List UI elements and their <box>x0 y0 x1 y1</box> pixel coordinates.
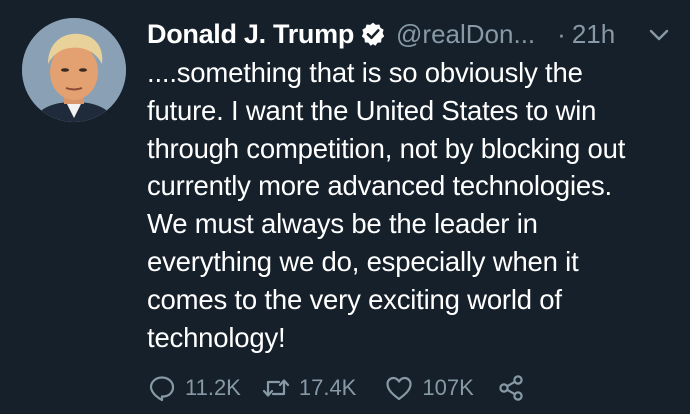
avatar[interactable] <box>22 18 126 122</box>
reply-icon <box>147 373 177 403</box>
tweet-header: Donald J. Trump @realDon... · 21h <box>147 14 615 54</box>
heart-icon <box>384 373 414 403</box>
share-icon <box>496 373 526 403</box>
handle[interactable]: @realDon... <box>396 19 535 50</box>
tweet-text: ....something that is so obviously the f… <box>147 57 626 353</box>
timestamp[interactable]: 21h <box>572 19 615 50</box>
chevron-down-icon[interactable] <box>648 27 670 43</box>
like-button[interactable]: 107K <box>384 373 474 403</box>
action-bar: 11.2K 17.4K 107K <box>147 368 526 408</box>
tweet[interactable]: Donald J. Trump @realDon... · 21h ....so… <box>0 0 690 414</box>
reply-count: 11.2K <box>185 375 241 400</box>
retweet-icon <box>261 373 291 403</box>
reply-button[interactable]: 11.2K <box>147 373 241 403</box>
display-name[interactable]: Donald J. Trump <box>147 19 354 50</box>
retweet-button[interactable]: 17.4K <box>261 373 357 403</box>
verified-badge-icon <box>360 21 386 47</box>
separator-dot: · <box>557 18 566 49</box>
like-count: 107K <box>422 375 474 400</box>
retweet-count: 17.4K <box>298 375 357 400</box>
avatar-image <box>22 18 126 122</box>
share-button[interactable] <box>496 373 526 403</box>
